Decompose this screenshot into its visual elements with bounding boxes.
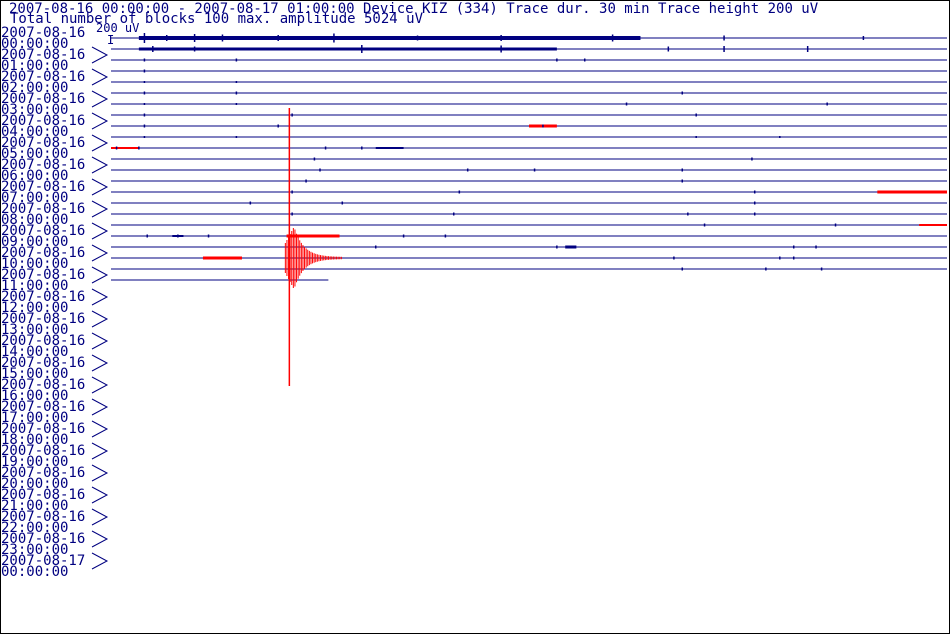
noise-segment (138, 47, 557, 51)
noise-segment (877, 190, 947, 194)
helicorder-plot: 2007-08-16 00:00:00 - 2007-08-17 01:00:0… (1, 1, 947, 580)
hour-bracket (91, 398, 109, 416)
hour-bracket (91, 354, 109, 372)
hour-bracket (91, 486, 109, 504)
hour-bracket (91, 90, 109, 108)
scale-label: 200 uV (96, 21, 139, 35)
hour-bracket (91, 156, 109, 174)
noise-segment (138, 36, 641, 40)
scale-bar: I (107, 33, 114, 47)
noise-segment (565, 245, 577, 249)
noise-segment (202, 256, 242, 260)
hour-bracket (91, 420, 109, 438)
hour-bracket (91, 332, 109, 350)
hour-bracket (91, 508, 109, 526)
noise-segment (375, 147, 404, 149)
hour-bracket (91, 530, 109, 548)
hour-bracket (91, 134, 109, 152)
hour-bracket (91, 244, 109, 262)
hour-bracket (91, 266, 109, 284)
hour-bracket (91, 222, 109, 240)
hour-bracket (91, 376, 109, 394)
hour-bracket (91, 552, 109, 570)
noise-segment (111, 147, 139, 149)
hour-bracket (91, 68, 109, 86)
hour-label-time: 00:00:00 (1, 564, 68, 580)
hour-bracket (91, 112, 109, 130)
hour-bracket (91, 464, 109, 482)
noise-segment (919, 224, 947, 226)
hour-bracket (91, 46, 109, 64)
hour-labels: 2007-08-1600:00:002007-08-1601:00:002007… (1, 25, 109, 580)
hour-bracket (91, 288, 109, 306)
traces (111, 33, 947, 386)
hour-bracket (91, 442, 109, 460)
hour-bracket (91, 178, 109, 196)
hour-bracket (91, 310, 109, 328)
hour-bracket (91, 200, 109, 218)
